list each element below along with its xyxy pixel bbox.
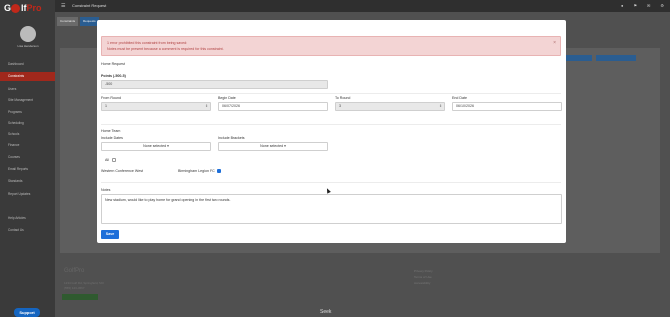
background-action-button[interactable] [596, 55, 636, 61]
to-round-label: To Round [335, 96, 351, 100]
constraint-modal: 1 error prohibited this constraint from … [97, 20, 566, 243]
sidebar-item-dashboard[interactable]: Dashboard [0, 60, 55, 69]
footer-button[interactable] [62, 294, 98, 300]
footer-link[interactable]: Accessibility [414, 281, 430, 285]
sidebar-item-report-updates[interactable]: Report Updates [0, 190, 55, 199]
brand-suffix: Pro [26, 3, 42, 13]
sidebar-item-constraints[interactable]: Constraints [0, 72, 55, 81]
from-round-select[interactable]: 1 ⇕ [101, 102, 211, 111]
stepper-icon: ⇕ [439, 104, 442, 108]
page-title: Constraint Request [72, 3, 107, 8]
from-round-value: 1 [105, 104, 107, 108]
stepper-icon: ⇕ [205, 104, 208, 108]
avatar[interactable] [20, 26, 36, 42]
footer-link[interactable]: Privacy Policy [414, 269, 433, 273]
message-icon[interactable]: ✉ [647, 3, 650, 8]
user-name: Lisa Henderson [17, 44, 39, 48]
sidebar-item-email-reports[interactable]: Email Reports [0, 165, 55, 174]
to-round-select[interactable]: 3 ⇕ [335, 102, 445, 111]
top-bar: ☰ Constraint Request ● ⚑ ✉ ⚙ [55, 0, 670, 12]
include-brackets-dropdown[interactable]: None selected ▾ [218, 142, 328, 151]
end-date-label: End Date [452, 96, 467, 100]
section-title: Home Request [101, 62, 125, 66]
close-icon[interactable]: × [553, 40, 556, 46]
footer-link[interactable]: Terms of Use [414, 275, 432, 279]
footer-phone: (555) 123-4567 [64, 286, 85, 290]
sidebar-item-help-articles[interactable]: Help Articles [0, 214, 55, 223]
sidebar-item-site-management[interactable]: Site Management [0, 96, 55, 105]
flag-icon[interactable]: ⚑ [633, 3, 637, 8]
home-team-label: Home Team [101, 129, 121, 133]
golf-ball-icon [11, 3, 21, 13]
error-summary: 1 error prohibited this constraint from … [107, 41, 188, 45]
footer-brand: GolfPro [64, 268, 85, 274]
notes-textarea[interactable]: New stadium, would like to play home for… [101, 194, 562, 224]
include-dates-label: Include Dates [101, 136, 123, 140]
error-detail: Notes must be present because a comment … [107, 47, 224, 51]
begin-date-label: Begin Date [218, 96, 236, 100]
footer-address: 1234 Golf Rd, Springfield, MO [64, 281, 105, 285]
mouse-cursor-icon [325, 187, 331, 194]
sidebar: Glf Pro Lisa Henderson Dashboard Constrain… [0, 0, 55, 317]
bell-icon[interactable]: ● [621, 3, 623, 8]
error-alert: 1 error prohibited this constraint from … [101, 36, 561, 56]
tab-constraints[interactable]: Constraints [57, 17, 79, 26]
sidebar-item-contact-us[interactable]: Contact Us [0, 226, 55, 235]
sidebar-item-courses[interactable]: Courses [0, 153, 55, 162]
brand-logo[interactable]: Glf Pro [4, 2, 42, 14]
support-button[interactable]: Support [14, 308, 40, 317]
team-checkbox[interactable] [217, 169, 221, 173]
sidebar-item-users[interactable]: Users [0, 85, 55, 94]
points-label: Points (-500-5) [101, 74, 126, 78]
all-label: All [105, 158, 109, 162]
notes-label: Notes [101, 188, 111, 192]
all-checkbox[interactable] [112, 158, 116, 162]
points-input[interactable]: -500 [101, 80, 328, 89]
end-date-input[interactable]: 06/10/2026 [452, 102, 562, 111]
gear-icon[interactable]: ⚙ [660, 3, 664, 8]
begin-date-input[interactable]: 06/07/2026 [218, 102, 328, 111]
include-dates-dropdown[interactable]: None selected ▾ [101, 142, 211, 151]
sidebar-item-programs[interactable]: Programs [0, 108, 55, 117]
sidebar-item-schools[interactable]: Schools [0, 130, 55, 139]
sidebar-item-standards[interactable]: Standards [0, 177, 55, 186]
seek-label: Seek [320, 309, 332, 315]
brand-prefix: G [4, 3, 12, 13]
sidebar-item-finance[interactable]: Finance [0, 141, 55, 150]
tab-requests[interactable]: Requests [80, 17, 99, 26]
save-button[interactable]: Save [101, 230, 119, 239]
western-conference-label: Western Conference West [101, 169, 144, 173]
menu-icon[interactable]: ☰ [61, 3, 65, 9]
include-brackets-label: Include Brackets [218, 136, 245, 140]
team-label: Birmingham Legion FC [178, 169, 215, 173]
from-round-label: From Round [101, 96, 121, 100]
background-action-button[interactable] [566, 55, 592, 61]
sidebar-item-scheduling[interactable]: Scheduling [0, 119, 55, 128]
to-round-value: 3 [339, 104, 341, 108]
